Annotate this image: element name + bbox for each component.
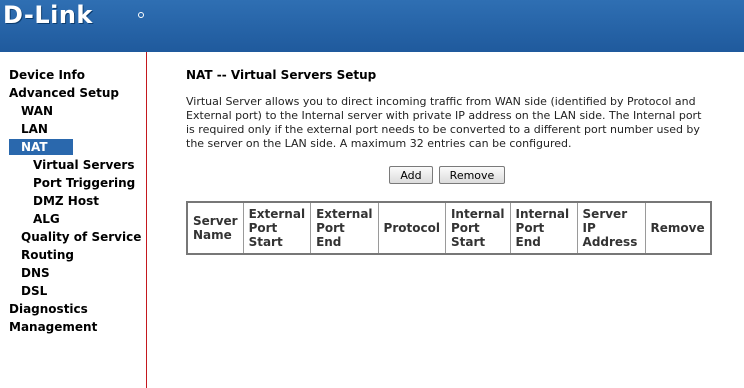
column-header-external-port-end: External Port End — [310, 201, 379, 255]
add-button[interactable]: Add — [389, 166, 433, 184]
header-banner: D-Link — [0, 0, 744, 52]
sidebar-item-lan[interactable]: LAN — [21, 121, 48, 137]
sidebar-item-dns[interactable]: DNS — [21, 265, 50, 281]
dlink-logo: D-Link — [3, 1, 93, 29]
column-header-server-ip-address: Server IP Address — [576, 201, 646, 255]
page-title: NAT -- Virtual Servers Setup — [186, 68, 377, 82]
sidebar-item-virtual-servers[interactable]: Virtual Servers — [33, 157, 135, 173]
column-header-protocol: Protocol — [377, 201, 446, 255]
sidebar-item-dmz-host[interactable]: DMZ Host — [33, 193, 99, 209]
sidebar-item-device-info[interactable]: Device Info — [9, 67, 85, 83]
virtual-servers-table: Server Name External Port Start External… — [186, 201, 712, 255]
sidebar-item-diagnostics[interactable]: Diagnostics — [9, 301, 88, 317]
column-header-remove: Remove — [644, 201, 712, 255]
sidebar-item-quality-of-service[interactable]: Quality of Service — [21, 229, 141, 245]
remove-button[interactable]: Remove — [439, 166, 505, 184]
column-header-internal-port-start: Internal Port Start — [444, 201, 511, 255]
sidebar-item-wan[interactable]: WAN — [21, 103, 53, 119]
sidebar-item-port-triggering[interactable]: Port Triggering — [33, 175, 135, 191]
sidebar-item-management[interactable]: Management — [9, 319, 97, 335]
column-header-external-port-start: External Port Start — [242, 201, 312, 255]
column-header-internal-port-end: Internal Port End — [509, 201, 578, 255]
registered-mark-icon — [138, 12, 144, 18]
page-description: Virtual Server allows you to direct inco… — [186, 95, 702, 150]
table-header-row: Server Name External Port Start External… — [186, 201, 712, 255]
main-content: NAT -- Virtual Servers Setup Virtual Ser… — [147, 52, 744, 388]
sidebar-item-alg[interactable]: ALG — [33, 211, 60, 227]
column-header-server-name: Server Name — [186, 201, 244, 255]
sidebar-nav: Device Info Advanced Setup WAN LAN NAT V… — [0, 52, 147, 388]
sidebar-item-nat[interactable]: NAT — [9, 139, 73, 155]
sidebar-item-dsl[interactable]: DSL — [21, 283, 47, 299]
sidebar-item-routing[interactable]: Routing — [21, 247, 74, 263]
sidebar-item-advanced-setup[interactable]: Advanced Setup — [9, 85, 119, 101]
